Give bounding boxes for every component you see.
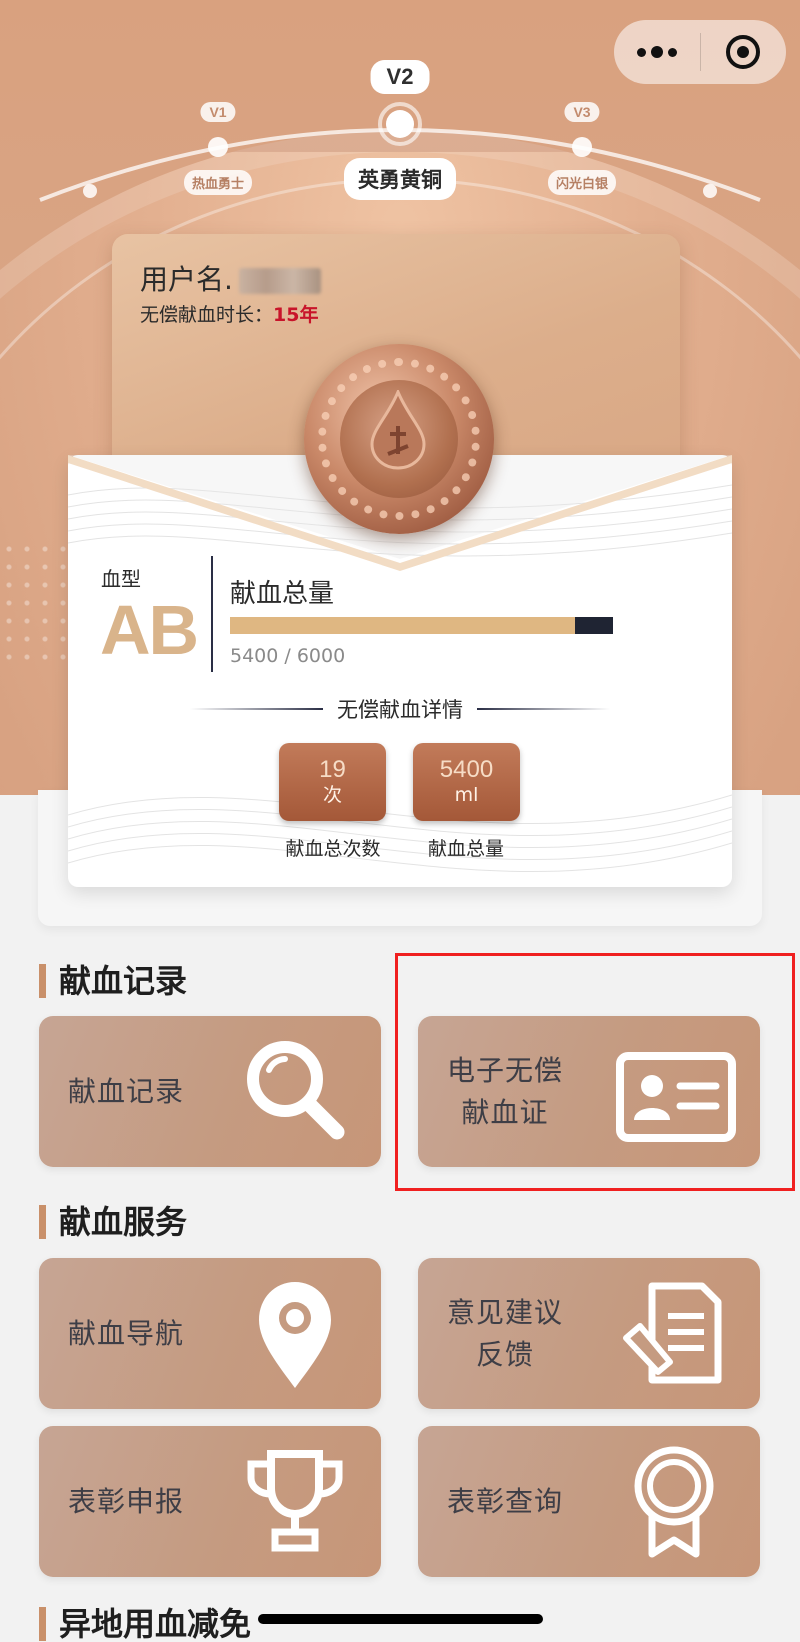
level-badge-v2-current[interactable]: V2 bbox=[370, 60, 430, 94]
username-label: 用户名. bbox=[140, 263, 233, 296]
tile-label: 表彰申报 bbox=[68, 1484, 185, 1518]
stat-volume-value: 5400 bbox=[439, 756, 494, 783]
blood-drop-icon bbox=[370, 390, 426, 470]
level-badge-v1[interactable]: V1 bbox=[200, 102, 236, 122]
donation-progress-bar bbox=[230, 617, 613, 634]
magnifier-icon bbox=[247, 1041, 345, 1140]
tile-commendation-application[interactable]: 表彰申报 bbox=[39, 1426, 381, 1577]
duration-value: 15年 bbox=[273, 304, 319, 326]
tile-donation-navigation[interactable]: 献血导航 bbox=[39, 1258, 381, 1409]
stat-count-unit: 次 bbox=[322, 784, 342, 806]
blood-type-label: 血型 bbox=[101, 567, 141, 591]
heading-line-left bbox=[190, 708, 323, 710]
donation-duration: 无偿献血时长：15年 bbox=[140, 300, 318, 327]
donation-details-title: 无偿献血详情 bbox=[337, 698, 463, 722]
donation-progress-fill bbox=[230, 617, 575, 634]
mini-program-capsule bbox=[614, 20, 786, 84]
tile-label-line2: 反馈 bbox=[476, 1337, 535, 1371]
blood-type-value: AB bbox=[100, 591, 199, 669]
stat-count-value: 19 bbox=[319, 756, 346, 783]
tile-label: 表彰查询 bbox=[447, 1484, 564, 1518]
tile-label: 献血记录 bbox=[68, 1074, 185, 1108]
document-pen-icon bbox=[623, 1282, 722, 1384]
level-name-v3: 闪光白银 bbox=[547, 170, 617, 195]
tile-label: 献血导航 bbox=[68, 1316, 185, 1350]
stat-volume-unit: ml bbox=[454, 784, 479, 806]
stat-count-caption: 献血总次数 bbox=[285, 838, 381, 860]
stat-donation-volume: 5400 ml bbox=[413, 743, 520, 821]
level-name-v1: 热血勇士 bbox=[183, 170, 253, 195]
stat-donation-count: 19 次 bbox=[279, 743, 386, 821]
decorative-dots bbox=[0, 540, 70, 660]
tile-feedback[interactable]: 意见建议 反馈 bbox=[418, 1258, 760, 1409]
tile-commendation-query[interactable]: 表彰查询 bbox=[418, 1426, 760, 1577]
home-indicator[interactable] bbox=[258, 1614, 543, 1624]
duration-label: 无偿献血时长： bbox=[140, 304, 274, 326]
heading-line-right bbox=[477, 708, 610, 710]
tile-label-line1: 意见建议 bbox=[447, 1295, 564, 1329]
award-ribbon-icon bbox=[634, 1446, 714, 1558]
blood-type-divider bbox=[211, 556, 213, 672]
total-volume-label: 献血总量 bbox=[230, 579, 335, 609]
username-redacted bbox=[238, 268, 321, 294]
section-title-services: 献血服务 bbox=[39, 1202, 187, 1242]
username-row: 用户名. bbox=[140, 258, 321, 298]
medal-badge-icon bbox=[304, 344, 494, 534]
stat-volume-caption: 献血总量 bbox=[427, 838, 504, 860]
trophy-icon bbox=[247, 1450, 343, 1552]
tile-donation-records[interactable]: 献血记录 bbox=[39, 1016, 381, 1167]
tile-label: 意见建议 反馈 bbox=[447, 1292, 563, 1376]
donation-progress-text: 5400 / 6000 bbox=[230, 645, 346, 667]
highlight-box bbox=[395, 953, 795, 1191]
section-title-remote-blood-reduction: 异地用血减免 bbox=[39, 1604, 251, 1642]
section-title-records: 献血记录 bbox=[39, 961, 187, 1001]
target-circle-icon[interactable] bbox=[701, 20, 787, 84]
more-dots-icon[interactable] bbox=[614, 20, 700, 84]
level-badge-v3[interactable]: V3 bbox=[564, 102, 600, 122]
map-pin-icon bbox=[259, 1282, 331, 1388]
donation-details-heading: 无偿献血详情 bbox=[190, 694, 610, 724]
level-name-current: 英勇黄铜 bbox=[344, 158, 456, 200]
